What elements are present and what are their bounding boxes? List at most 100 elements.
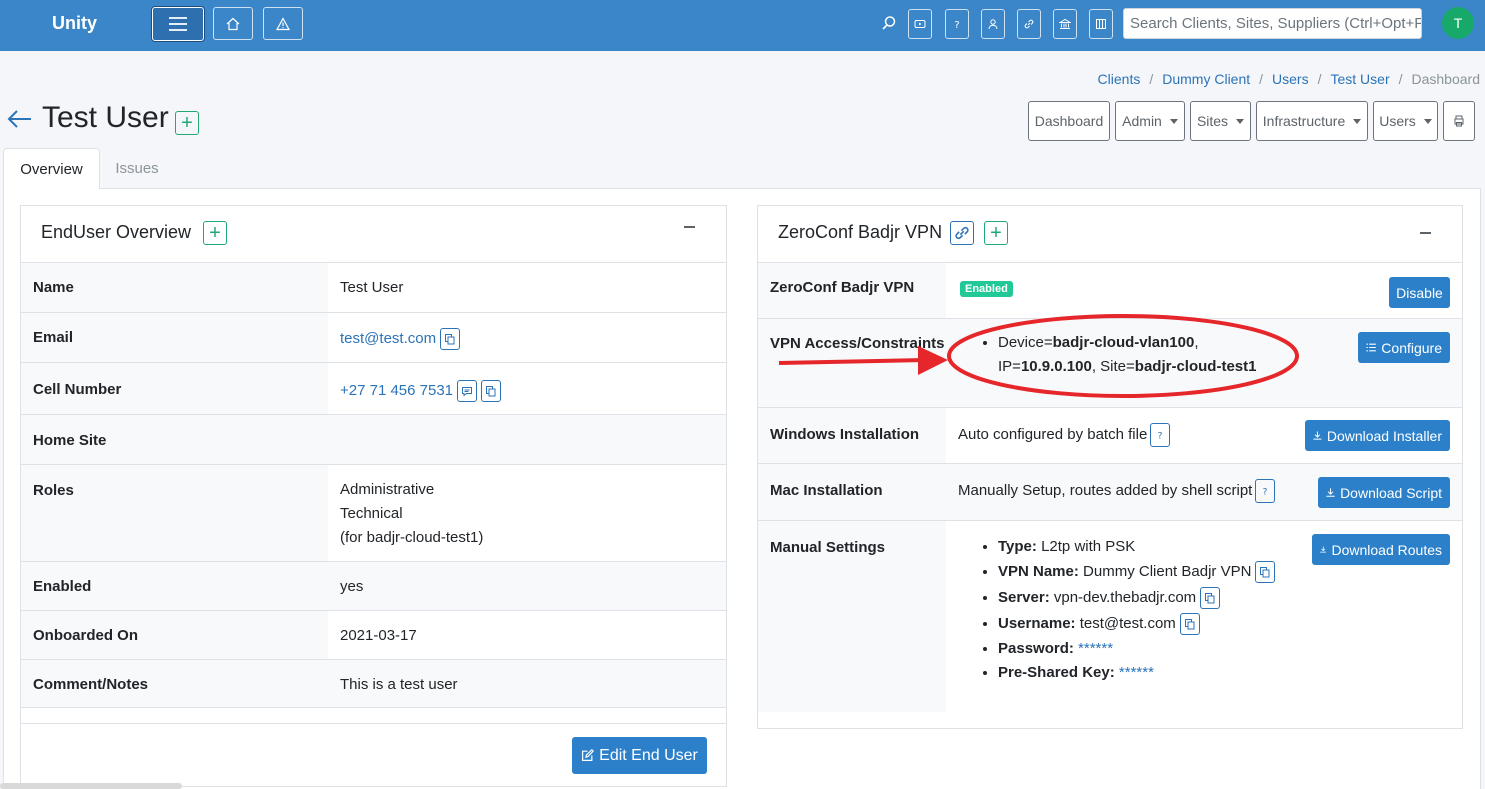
setting-value: Dummy Client Badjr VPN: [1083, 563, 1252, 580]
device-value: badjr-cloud-vlan100: [1052, 334, 1195, 351]
setting-value: L2tp with PSK: [1041, 538, 1136, 555]
setting-key: Password:: [998, 640, 1074, 657]
admin-label: Admin: [1122, 113, 1162, 129]
vpn-access-item: Device=badjr-cloud-vlan100, IP=10.9.0.100…: [998, 331, 1298, 379]
edit-icon: [582, 749, 595, 761]
print-icon: [1454, 115, 1464, 127]
breadcrumb-clients[interactable]: Clients: [1098, 71, 1141, 87]
edit-end-user-button[interactable]: Edit End User: [572, 737, 707, 774]
label-cell: [758, 319, 946, 407]
caret-down-icon: [1169, 118, 1178, 124]
vpn-card: ZeroConf Badjr VPN + ZeroConf Badjr VPN …: [757, 205, 1463, 729]
warning-icon: [276, 16, 290, 30]
setting-key: Username:: [998, 615, 1076, 632]
cell-number-link[interactable]: +27 71 456 7531: [340, 382, 453, 399]
hamburger-icon: [169, 17, 187, 31]
setting-key: Type:: [998, 538, 1037, 555]
mac-help-button[interactable]: ?: [1255, 479, 1276, 504]
row-name: Name Test User: [21, 262, 726, 312]
copy-cell-button[interactable]: [481, 380, 502, 403]
user-button[interactable]: [981, 9, 1005, 39]
masked-password[interactable]: ******: [1078, 640, 1113, 657]
row-roles: Roles Administrative Technical (for badj…: [21, 464, 726, 561]
breadcrumb-user[interactable]: Test User: [1330, 71, 1389, 87]
admin-dropdown[interactable]: Admin: [1115, 101, 1185, 141]
copy-icon: [445, 333, 455, 345]
back-arrow-icon[interactable]: [6, 108, 32, 130]
download-icon: [1320, 546, 1327, 553]
row-email: Email test@test.com: [21, 312, 726, 362]
copy-icon: [1205, 592, 1215, 604]
onboarded-value: 2021-03-17: [340, 627, 417, 644]
windows-help-button[interactable]: ?: [1150, 423, 1171, 448]
download-script-button[interactable]: Download Script: [1318, 477, 1450, 508]
top-navbar: Unity ? Search Clients, Sites, Suppliers…: [0, 0, 1485, 51]
row-label: VPN Access/Constraints: [770, 335, 945, 352]
add-button[interactable]: +: [175, 111, 199, 135]
collapse-enduser-icon[interactable]: [684, 226, 695, 228]
caret-down-icon: [1353, 118, 1362, 124]
download-installer-button[interactable]: Download Installer: [1305, 420, 1450, 451]
disable-label: Disable: [1396, 284, 1443, 301]
horizontal-scrollbar[interactable]: [0, 783, 182, 789]
tab-issues[interactable]: Issues: [100, 148, 174, 189]
download-routes-button[interactable]: Download Routes: [1312, 534, 1450, 565]
breadcrumb-separator: /: [1317, 71, 1322, 87]
list-icon: [1366, 343, 1376, 352]
site-prefix: , Site=: [1091, 358, 1135, 375]
copy-vpn-name-button[interactable]: [1255, 561, 1276, 584]
copy-icon: [486, 385, 496, 397]
message-icon: [462, 386, 473, 397]
disable-button[interactable]: Disable: [1389, 277, 1450, 308]
setting-server: Server: vpn-dev.thebadjr.com: [998, 585, 1275, 611]
brand-logo[interactable]: Unity: [52, 13, 97, 34]
row-vpn-status: ZeroConf Badjr VPN Enabled Disable: [758, 262, 1462, 318]
configure-button[interactable]: Configure: [1358, 332, 1450, 363]
device-prefix: Device=: [998, 334, 1053, 351]
alerts-button[interactable]: [263, 7, 303, 40]
setting-key: Pre-Shared Key:: [998, 664, 1115, 681]
tab-overview[interactable]: Overview: [3, 148, 100, 189]
copy-username-button[interactable]: [1179, 613, 1200, 636]
row-windows: Windows Installation Auto configured by …: [758, 407, 1462, 463]
search-icon[interactable]: [881, 15, 897, 31]
sites-dropdown[interactable]: Sites: [1190, 101, 1251, 141]
menu-toggle-button[interactable]: [152, 7, 204, 41]
copy-server-button[interactable]: [1200, 587, 1221, 610]
download-icon: [1326, 488, 1335, 497]
help-button[interactable]: ?: [945, 9, 969, 39]
links-button[interactable]: [1017, 9, 1041, 39]
role-item: Administrative: [340, 481, 435, 498]
setting-value: vpn-dev.thebadjr.com: [1053, 589, 1197, 606]
download-installer-label: Download Installer: [1326, 427, 1442, 444]
setting-key: VPN Name:: [998, 563, 1079, 580]
infrastructure-dropdown[interactable]: Infrastructure: [1256, 101, 1368, 141]
global-search-input[interactable]: Search Clients, Sites, Suppliers (Ctrl+O…: [1123, 8, 1422, 39]
avatar[interactable]: T: [1442, 7, 1474, 39]
row-label: Windows Installation: [770, 426, 920, 443]
comment-value: This is a test user: [340, 676, 458, 693]
enduser-add-button[interactable]: +: [203, 221, 227, 245]
breadcrumb-users[interactable]: Users: [1272, 71, 1309, 87]
print-button[interactable]: [1443, 101, 1475, 141]
configure-label: Configure: [1381, 339, 1442, 356]
columns-button[interactable]: [1089, 9, 1113, 39]
users-dropdown[interactable]: Users: [1373, 101, 1438, 141]
dashboard-button[interactable]: Dashboard: [1028, 101, 1110, 141]
manual-settings-list: Type: L2tp with PSK VPN Name: Dummy Clie…: [998, 535, 1276, 685]
masked-psk[interactable]: ******: [1119, 664, 1154, 681]
bank-icon: [1059, 18, 1071, 29]
vpn-add-button[interactable]: +: [984, 221, 1008, 245]
status-badge: Enabled: [960, 281, 1013, 297]
mac-value: Manually Setup, routes added by shell sc…: [958, 482, 1253, 499]
breadcrumb-client[interactable]: Dummy Client: [1162, 71, 1250, 87]
svg-text:?: ?: [1158, 432, 1163, 442]
copy-email-button[interactable]: [440, 328, 461, 351]
bank-button[interactable]: [1053, 9, 1077, 39]
collapse-vpn-icon[interactable]: [1420, 232, 1431, 234]
video-button[interactable]: [908, 9, 932, 39]
vpn-link-button[interactable]: [950, 221, 974, 245]
home-button[interactable]: [213, 7, 253, 40]
sms-button[interactable]: [457, 380, 478, 403]
email-link[interactable]: test@test.com: [340, 330, 436, 347]
